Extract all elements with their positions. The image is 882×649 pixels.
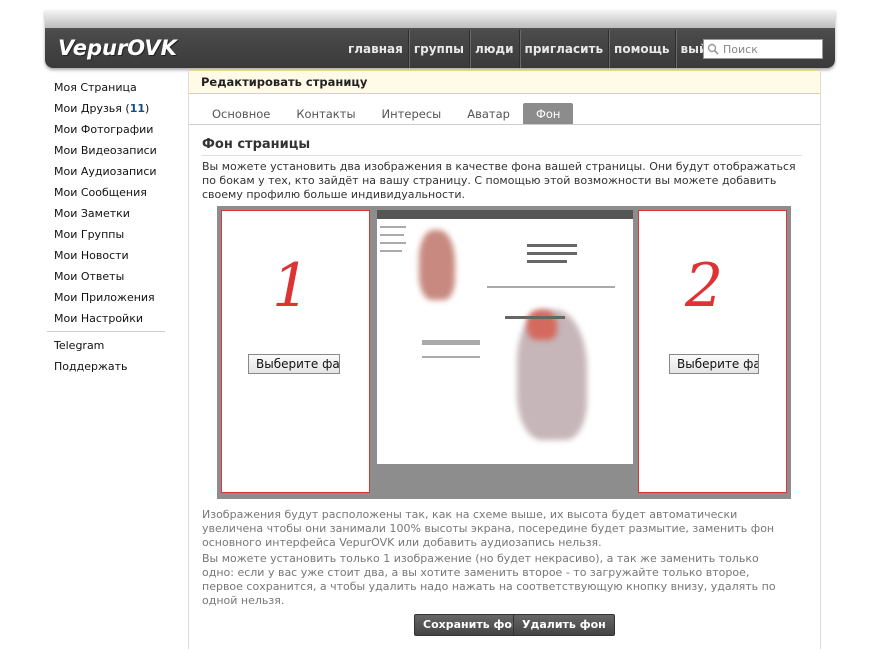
tab-bar: Основное Контакты Интересы Аватар Фон <box>189 103 820 125</box>
sidebar: Моя Страница Мои Друзья (11) Мои Фотогра… <box>47 77 167 377</box>
tab-contacts[interactable]: Контакты <box>283 103 368 124</box>
search-placeholder: Поиск <box>723 42 758 56</box>
sidebar-item-news[interactable]: Мои Новости <box>47 245 167 266</box>
sidebar-item-audio[interactable]: Мои Аудиозаписи <box>47 161 167 182</box>
preview-header <box>377 210 633 219</box>
panel-number-right: 2 <box>685 251 724 321</box>
save-background-button[interactable]: Сохранить фон <box>414 614 529 636</box>
preview-line <box>380 250 402 252</box>
preview-field <box>527 252 577 255</box>
sidebar-divider <box>47 331 165 332</box>
sidebar-item-label: Мои Друзья <box>54 102 122 115</box>
sidebar-item-my-page[interactable]: Моя Страница <box>47 77 167 98</box>
preview-button <box>422 340 480 345</box>
preview-field <box>527 244 577 247</box>
right-background-panel: 2 Выберите фа <box>638 210 787 493</box>
page-preview-image <box>377 210 633 464</box>
page-title: Редактировать страницу <box>189 70 820 94</box>
tab-interests[interactable]: Интересы <box>369 103 455 124</box>
search-icon <box>707 43 719 55</box>
main-content: Редактировать страницу Основное Контакты… <box>188 70 821 649</box>
nav-home[interactable]: главная <box>343 30 408 68</box>
preview-blur-head <box>527 310 557 340</box>
preview-line <box>380 242 406 244</box>
sidebar-item-friends[interactable]: Мои Друзья (11) <box>47 98 167 119</box>
preview-line <box>380 234 404 236</box>
preview-avatar <box>419 230 455 300</box>
section-title: Фон страницы <box>202 137 802 156</box>
sidebar-item-photos[interactable]: Мои Фотографии <box>47 119 167 140</box>
delete-background-button[interactable]: Удалить фон <box>513 614 615 636</box>
left-background-panel: 1 Выберите фа <box>221 210 370 493</box>
note-single-image: Вы можете установить только 1 изображени… <box>202 552 776 607</box>
logo-text: VepurOVK <box>58 36 177 60</box>
nav-help[interactable]: помощь <box>608 30 674 68</box>
search-input[interactable]: Поиск <box>703 39 823 59</box>
tab-main[interactable]: Основное <box>199 103 283 124</box>
preview-line <box>487 286 615 288</box>
sidebar-item-replies[interactable]: Мои Ответы <box>47 266 167 287</box>
sidebar-item-videos[interactable]: Мои Видеозаписи <box>47 140 167 161</box>
sidebar-item-telegram[interactable]: Telegram <box>47 335 167 356</box>
friends-count: 11 <box>129 102 146 115</box>
sidebar-item-apps[interactable]: Мои Приложения <box>47 287 167 308</box>
sidebar-item-groups[interactable]: Мои Группы <box>47 224 167 245</box>
panel-number-left: 1 <box>272 251 311 321</box>
header-top-strip <box>45 10 835 28</box>
note-layout: Изображения будут расположены так, как н… <box>202 508 775 549</box>
tab-background[interactable]: Фон <box>522 103 574 124</box>
sidebar-item-donate[interactable]: Поддержать <box>47 356 167 377</box>
top-nav: главная группы люди пригласить помощь вы… <box>343 30 728 68</box>
site-logo[interactable]: VepurOVK <box>58 36 177 60</box>
preview-field <box>527 260 567 263</box>
nav-invite[interactable]: пригласить <box>518 30 609 68</box>
preview-line <box>422 356 480 358</box>
nav-people[interactable]: люди <box>468 30 519 68</box>
sidebar-item-messages[interactable]: Мои Сообщения <box>47 182 167 203</box>
sidebar-item-settings[interactable]: Мои Настройки <box>47 308 167 329</box>
file-input-right[interactable]: Выберите фа <box>669 354 759 374</box>
tab-avatar[interactable]: Аватар <box>454 103 523 124</box>
file-input-left[interactable]: Выберите фа <box>248 354 340 374</box>
nav-groups[interactable]: группы <box>407 30 469 68</box>
background-layout-diagram: 1 Выберите фа 2 Выберите фа <box>217 206 791 499</box>
preview-field <box>505 316 565 319</box>
sidebar-item-notes[interactable]: Мои Заметки <box>47 203 167 224</box>
preview-line <box>380 226 406 228</box>
section-description: Вы можете установить два изображения в к… <box>202 160 796 201</box>
